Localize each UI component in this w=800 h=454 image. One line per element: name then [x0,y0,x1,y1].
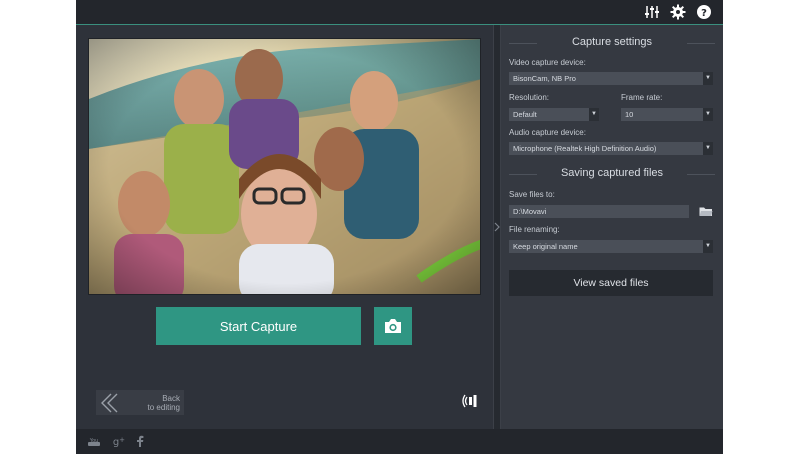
equalizer-icon[interactable] [643,3,661,21]
svg-text:?: ? [701,8,707,19]
resolution-label: Resolution: [509,93,550,102]
resolution-value: Default [513,110,537,119]
video-preview [88,38,481,295]
capture-window: ? Start Capture Back to editing Capture … [76,0,723,454]
folder-icon[interactable] [698,205,714,218]
back-to-editing-button[interactable]: Back to editing [96,390,184,415]
save-path-input[interactable] [509,205,689,218]
audio-device-value: Microphone (Realtek High Definition Audi… [513,144,657,153]
audio-device-label: Audio capture device: [509,128,586,137]
capture-settings-title: Capture settings [509,36,715,48]
back-label-line2: to editing [147,402,180,412]
frame-rate-label: Frame rate: [621,93,663,102]
frame-rate-value: 10 [625,110,634,119]
chevron-down-icon: ▼ [703,108,713,121]
view-saved-files-button[interactable]: View saved files [509,270,713,296]
renaming-label: File renaming: [509,225,560,234]
chevron-down-icon: ▼ [703,142,713,155]
top-toolbar: ? [76,0,723,25]
snapshot-button[interactable] [374,307,412,345]
start-capture-button[interactable]: Start Capture [156,307,361,345]
help-icon[interactable]: ? [695,3,713,21]
double-chevron-left-icon [96,390,122,415]
saving-files-title: Saving captured files [509,167,715,179]
back-label: Back to editing [122,394,180,412]
video-device-label: Video capture device: [509,58,586,67]
settings-panel: Capture settings Video capture device: B… [501,25,723,429]
audio-toggle-icon[interactable] [462,393,480,409]
camera-icon [385,319,401,333]
frame-rate-select[interactable]: 10 ▼ [621,108,713,121]
renaming-select[interactable]: Keep original name ▼ [509,240,713,253]
bottom-bar: You g + [76,429,723,454]
chevron-down-icon: ▼ [703,240,713,253]
gear-icon[interactable] [669,3,687,21]
video-device-value: BisonCam, NB Pro [513,74,576,83]
chevron-down-icon: ▼ [703,72,713,85]
collapse-arrow-icon[interactable] [494,222,500,232]
renaming-value: Keep original name [513,242,578,251]
chevron-down-icon: ▼ [589,108,599,121]
audio-device-select[interactable]: Microphone (Realtek High Definition Audi… [509,142,713,155]
save-to-label: Save files to: [509,190,555,199]
back-label-line1: Back [162,393,180,403]
google-plus-icon[interactable]: g + [111,434,125,448]
svg-text:+: + [119,436,125,444]
facebook-icon[interactable] [135,434,145,448]
resolution-select[interactable]: Default ▼ [509,108,599,121]
youtube-icon[interactable]: You [87,434,101,448]
video-device-select[interactable]: BisonCam, NB Pro ▼ [509,72,713,85]
